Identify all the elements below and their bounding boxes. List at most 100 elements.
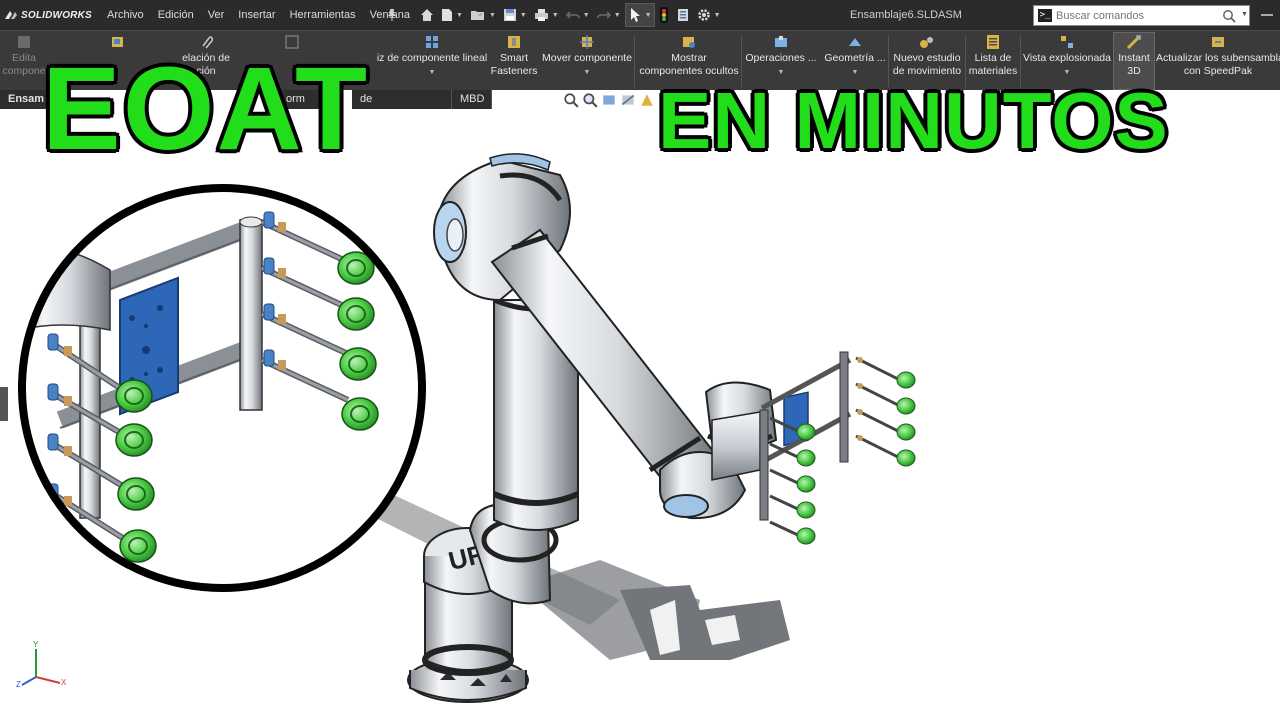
smart-fasteners-icon bbox=[508, 36, 520, 48]
chevron-down-icon[interactable]: ▼ bbox=[645, 12, 652, 19]
search-icon[interactable] bbox=[1222, 9, 1236, 23]
move-component-icon bbox=[580, 35, 594, 49]
solidworks-logo[interactable]: SOLIDWORKS bbox=[4, 7, 92, 23]
new-document-icon bbox=[442, 9, 452, 21]
home-button[interactable] bbox=[418, 4, 436, 26]
zoom-to-fit-icon[interactable] bbox=[563, 92, 579, 108]
assembly-features-icon bbox=[775, 36, 787, 47]
smart-fasteners-button[interactable]: Smart Fasteners bbox=[490, 33, 538, 89]
show-hidden-icon bbox=[683, 37, 695, 48]
exploded-view-icon bbox=[1061, 36, 1073, 48]
tab-mbd[interactable]: MBD bbox=[452, 90, 492, 109]
update-speedpak-button[interactable]: Actualizar los subensamblajes con SpeedP… bbox=[1156, 33, 1280, 89]
solidworks-window: SOLIDWORKS Archivo Edición Ver Insertar … bbox=[0, 0, 1280, 720]
chevron-down-icon[interactable]: ▼ bbox=[489, 12, 496, 19]
terminal-icon: >_ bbox=[1038, 9, 1052, 22]
ribbon-label: compone bbox=[2, 65, 46, 77]
menu-ver[interactable]: Ver bbox=[201, 0, 232, 30]
bill-of-materials-icon bbox=[987, 35, 999, 49]
chevron-down-icon[interactable]: ▼ bbox=[583, 12, 590, 19]
robot-assembly-render[interactable]: UR bbox=[0, 109, 1280, 720]
ribbon-label: con SpeedPak bbox=[1183, 65, 1253, 77]
chevron-down-icon[interactable]: ▼ bbox=[552, 12, 559, 19]
new-document-button[interactable]: ▼ bbox=[439, 4, 465, 26]
chevron-down-icon[interactable]: ▼ bbox=[714, 12, 721, 19]
gripper-detail-zoom[interactable] bbox=[18, 184, 426, 592]
command-search[interactable]: >_ ▼ bbox=[1033, 5, 1250, 26]
chevron-down-icon[interactable]: ▼ bbox=[456, 12, 463, 19]
select-button[interactable]: ▼ bbox=[624, 3, 655, 27]
chevron-down-icon[interactable]: ▼ bbox=[375, 66, 489, 79]
headline-en-minutos: EN MINUTOS bbox=[655, 73, 1171, 168]
undo-icon bbox=[565, 11, 580, 19]
menu-archivo[interactable]: Archivo bbox=[100, 0, 151, 30]
save-icon bbox=[503, 9, 516, 21]
open-button[interactable]: ▼ bbox=[468, 4, 498, 26]
menu-bar: Archivo Edición Ver Insertar Herramienta… bbox=[100, 0, 417, 30]
quick-access-toolbar: ▼ ▼ ▼ ▼ ▼ ▼ ▼ ▼ bbox=[418, 3, 726, 27]
ribbon-label: Geometría ... bbox=[824, 52, 886, 64]
chevron-down-icon[interactable]: ▼ bbox=[520, 12, 527, 19]
file-properties-icon bbox=[677, 9, 688, 21]
dynamic-annotation-icon[interactable] bbox=[639, 92, 655, 108]
ribbon-divider bbox=[634, 35, 635, 87]
edit-component-icon bbox=[18, 36, 30, 48]
file-properties-button[interactable] bbox=[674, 4, 692, 26]
ribbon-label: iz de componente lineal bbox=[376, 52, 488, 64]
chevron-down-icon[interactable]: ▼ bbox=[1241, 11, 1248, 18]
title-bar: SOLIDWORKS Archivo Edición Ver Insertar … bbox=[0, 0, 1280, 30]
move-component-button[interactable]: Mover componente ▼ bbox=[540, 33, 634, 89]
pin-icon[interactable] bbox=[386, 8, 398, 22]
eoat-gripper[interactable] bbox=[759, 351, 916, 545]
options-button[interactable]: ▼ bbox=[695, 4, 723, 26]
undo-button[interactable]: ▼ bbox=[564, 4, 592, 26]
feature-manager-collapse-handle[interactable] bbox=[0, 387, 8, 421]
section-view-icon[interactable] bbox=[620, 92, 636, 108]
heads-up-view-toolbar bbox=[563, 92, 655, 108]
ribbon-label: Mostrar bbox=[671, 52, 707, 64]
ribbon-label: Edita bbox=[12, 52, 36, 64]
motion-study-icon bbox=[920, 37, 933, 48]
ds-logo-icon bbox=[5, 11, 17, 19]
traffic-light-icon bbox=[659, 7, 668, 23]
ribbon-label: Lista de bbox=[974, 52, 1012, 64]
previous-view-icon[interactable] bbox=[601, 92, 617, 108]
document-title: Ensamblaje6.SLDASM bbox=[850, 9, 962, 21]
linear-pattern-icon bbox=[426, 36, 438, 48]
menu-insertar[interactable]: Insertar bbox=[231, 0, 282, 30]
speedpak-icon bbox=[1212, 37, 1224, 47]
headline-eoat: EOAT bbox=[39, 43, 370, 175]
save-button[interactable]: ▼ bbox=[501, 4, 529, 26]
triad-y-label: Y bbox=[33, 640, 39, 649]
print-button[interactable]: ▼ bbox=[532, 4, 561, 26]
triad-z-label: Z bbox=[16, 680, 21, 689]
home-icon bbox=[421, 9, 433, 21]
instant-3d-icon bbox=[1126, 34, 1142, 50]
ribbon-label: Actualizar los subensamblajes bbox=[1156, 52, 1280, 64]
reference-triad: Y X Z bbox=[16, 640, 67, 689]
ribbon-label: Nuevo estudio bbox=[893, 52, 961, 64]
print-icon bbox=[534, 9, 548, 21]
menu-herramientas[interactable]: Herramientas bbox=[283, 0, 363, 30]
edit-component-button[interactable]: Edita compone bbox=[2, 33, 46, 89]
ribbon-label: Smart bbox=[499, 52, 528, 64]
search-input[interactable] bbox=[1056, 8, 1216, 23]
redo-button[interactable]: ▼ bbox=[595, 4, 623, 26]
zoom-to-area-icon[interactable] bbox=[582, 92, 598, 108]
triad-x-label: X bbox=[61, 678, 67, 687]
linear-component-pattern-button[interactable]: iz de componente lineal ▼ bbox=[375, 33, 489, 89]
menu-edicion[interactable]: Edición bbox=[151, 0, 201, 30]
window-options-icon[interactable] bbox=[1260, 8, 1274, 22]
redo-icon bbox=[596, 11, 611, 19]
brand-name: SOLIDWORKS bbox=[21, 9, 92, 21]
cursor-arrow-icon bbox=[630, 8, 640, 22]
reference-geometry-icon bbox=[849, 38, 861, 46]
chevron-down-icon[interactable]: ▼ bbox=[540, 66, 634, 79]
ribbon-label: Instant bbox=[1118, 52, 1150, 64]
ribbon-label: Fasteners bbox=[490, 65, 538, 77]
ribbon-label: Vista explosionada bbox=[1023, 52, 1111, 64]
chevron-down-icon[interactable]: ▼ bbox=[614, 12, 621, 19]
rebuild-button[interactable] bbox=[657, 4, 671, 26]
graphics-area[interactable]: UR Y X Z bbox=[0, 109, 1280, 720]
gear-icon bbox=[697, 9, 710, 21]
